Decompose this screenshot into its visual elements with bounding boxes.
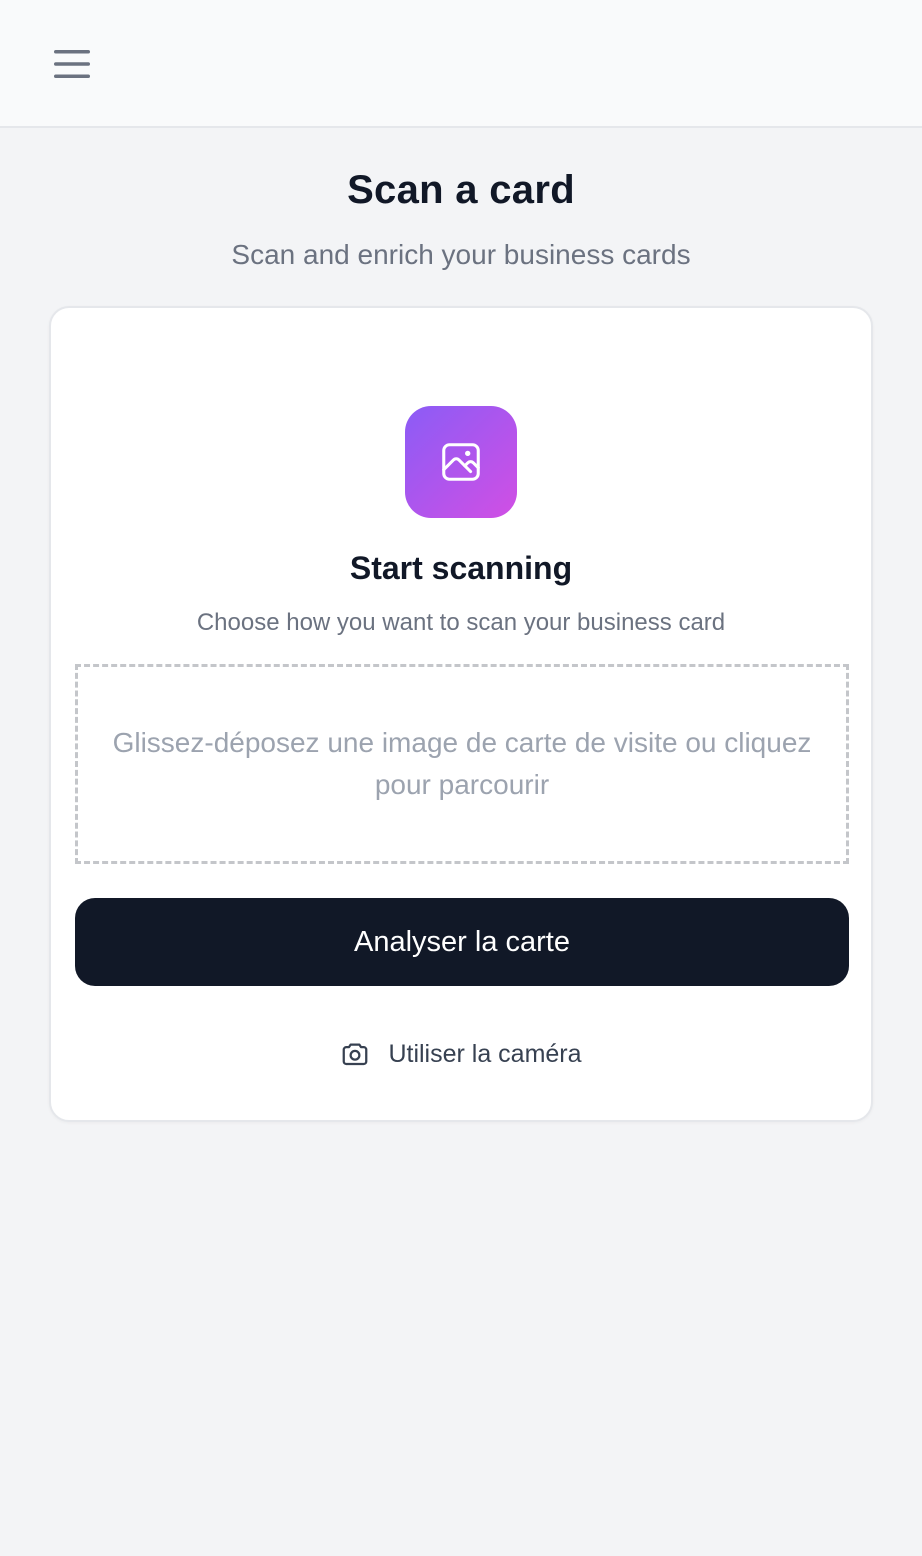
camera-icon <box>340 1039 370 1069</box>
page-title: Scan a card <box>347 168 575 212</box>
use-camera-button[interactable]: Utiliser la caméra <box>51 1032 871 1076</box>
analyze-card-button[interactable]: Analyser la carte <box>75 898 849 986</box>
scan-card: Start scanning Choose how you want to sc… <box>49 306 873 1122</box>
scan-icon-tile <box>405 406 517 518</box>
hamburger-menu-icon <box>54 50 90 78</box>
use-camera-label: Utiliser la caméra <box>388 1039 582 1068</box>
card-title: Start scanning <box>349 550 573 586</box>
page-subtitle: Scan and enrich your business cards <box>231 239 691 270</box>
image-dropzone[interactable]: Glissez-déposez une image de carte de vi… <box>75 664 849 864</box>
image-icon <box>442 443 480 481</box>
menu-button[interactable] <box>40 34 104 94</box>
card-subtitle: Choose how you want to scan your busines… <box>196 609 726 636</box>
dropzone-text: Glissez-déposez une image de carte de vi… <box>112 727 812 800</box>
top-bar <box>0 0 922 128</box>
